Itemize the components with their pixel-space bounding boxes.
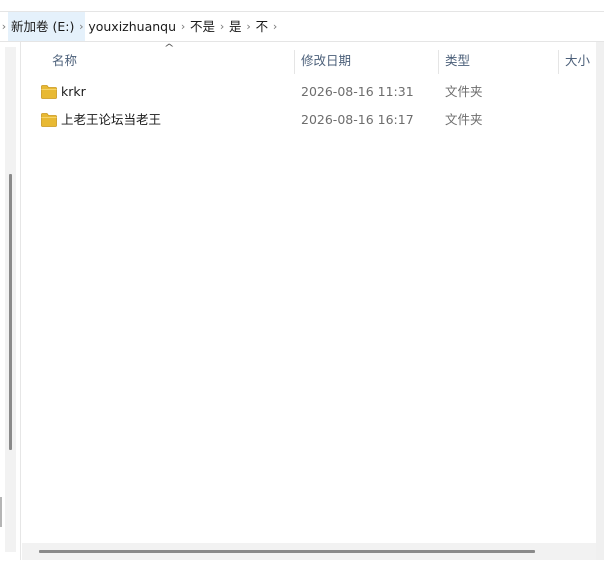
folder-icon [41,85,57,99]
folder-icon [41,113,57,127]
horizontal-scrollbar-thumb[interactable] [39,550,535,553]
window-top-strip [0,0,604,11]
pane-edge-marker [0,497,2,527]
column-header-date[interactable]: 修改日期 [301,48,351,74]
breadcrumb-item-youxizhuanqu[interactable]: youxizhuanqu [85,12,179,41]
chevron-right-icon[interactable]: › [77,12,86,41]
column-header-name[interactable]: 名称 [52,48,77,74]
navigation-pane [0,42,21,560]
breadcrumb-item-drive[interactable]: 新加卷 (E:) [8,12,78,41]
chevron-right-icon[interactable]: › [179,20,187,33]
chevron-right-icon[interactable]: › [218,20,226,33]
address-bar[interactable]: › 新加卷 (E:) › youxizhuanqu › 不是 › 是 › 不 › [0,11,604,42]
chevron-right-icon[interactable]: › [245,20,253,33]
breadcrumb-item-bushi[interactable]: 不是 [187,12,218,41]
column-divider[interactable] [438,50,439,74]
column-header-size[interactable]: 大小 [565,48,590,74]
file-row[interactable]: 上老王论坛当老王 2026-08-16 16:17 文件夹 [22,106,596,134]
column-header: 名称 修改日期 类型 大小 [22,48,596,74]
horizontal-scrollbar[interactable] [22,543,596,560]
file-name[interactable]: 上老王论坛当老王 [61,106,161,134]
column-divider[interactable] [558,50,559,74]
file-type: 文件夹 [445,84,483,99]
file-modified-date: 2026-08-16 16:17 [301,112,414,127]
breadcrumb-item-bu[interactable]: 不 [253,12,272,41]
window-bottom-strip [0,560,604,565]
file-list: ^ 名称 修改日期 类型 大小 krkr 2026-08-16 11:31 文件… [22,43,596,543]
chevron-right-icon[interactable]: › [0,20,8,33]
file-row[interactable]: krkr 2026-08-16 11:31 文件夹 [22,78,596,106]
column-divider[interactable] [294,50,295,74]
right-edge [596,42,604,560]
file-type: 文件夹 [445,112,483,127]
breadcrumb-item-shi[interactable]: 是 [226,12,245,41]
file-modified-date: 2026-08-16 11:31 [301,84,414,99]
navigation-scrollbar-thumb[interactable] [9,174,12,450]
column-header-type[interactable]: 类型 [445,48,470,74]
file-name[interactable]: krkr [61,78,86,106]
chevron-right-icon[interactable]: › [271,20,279,33]
